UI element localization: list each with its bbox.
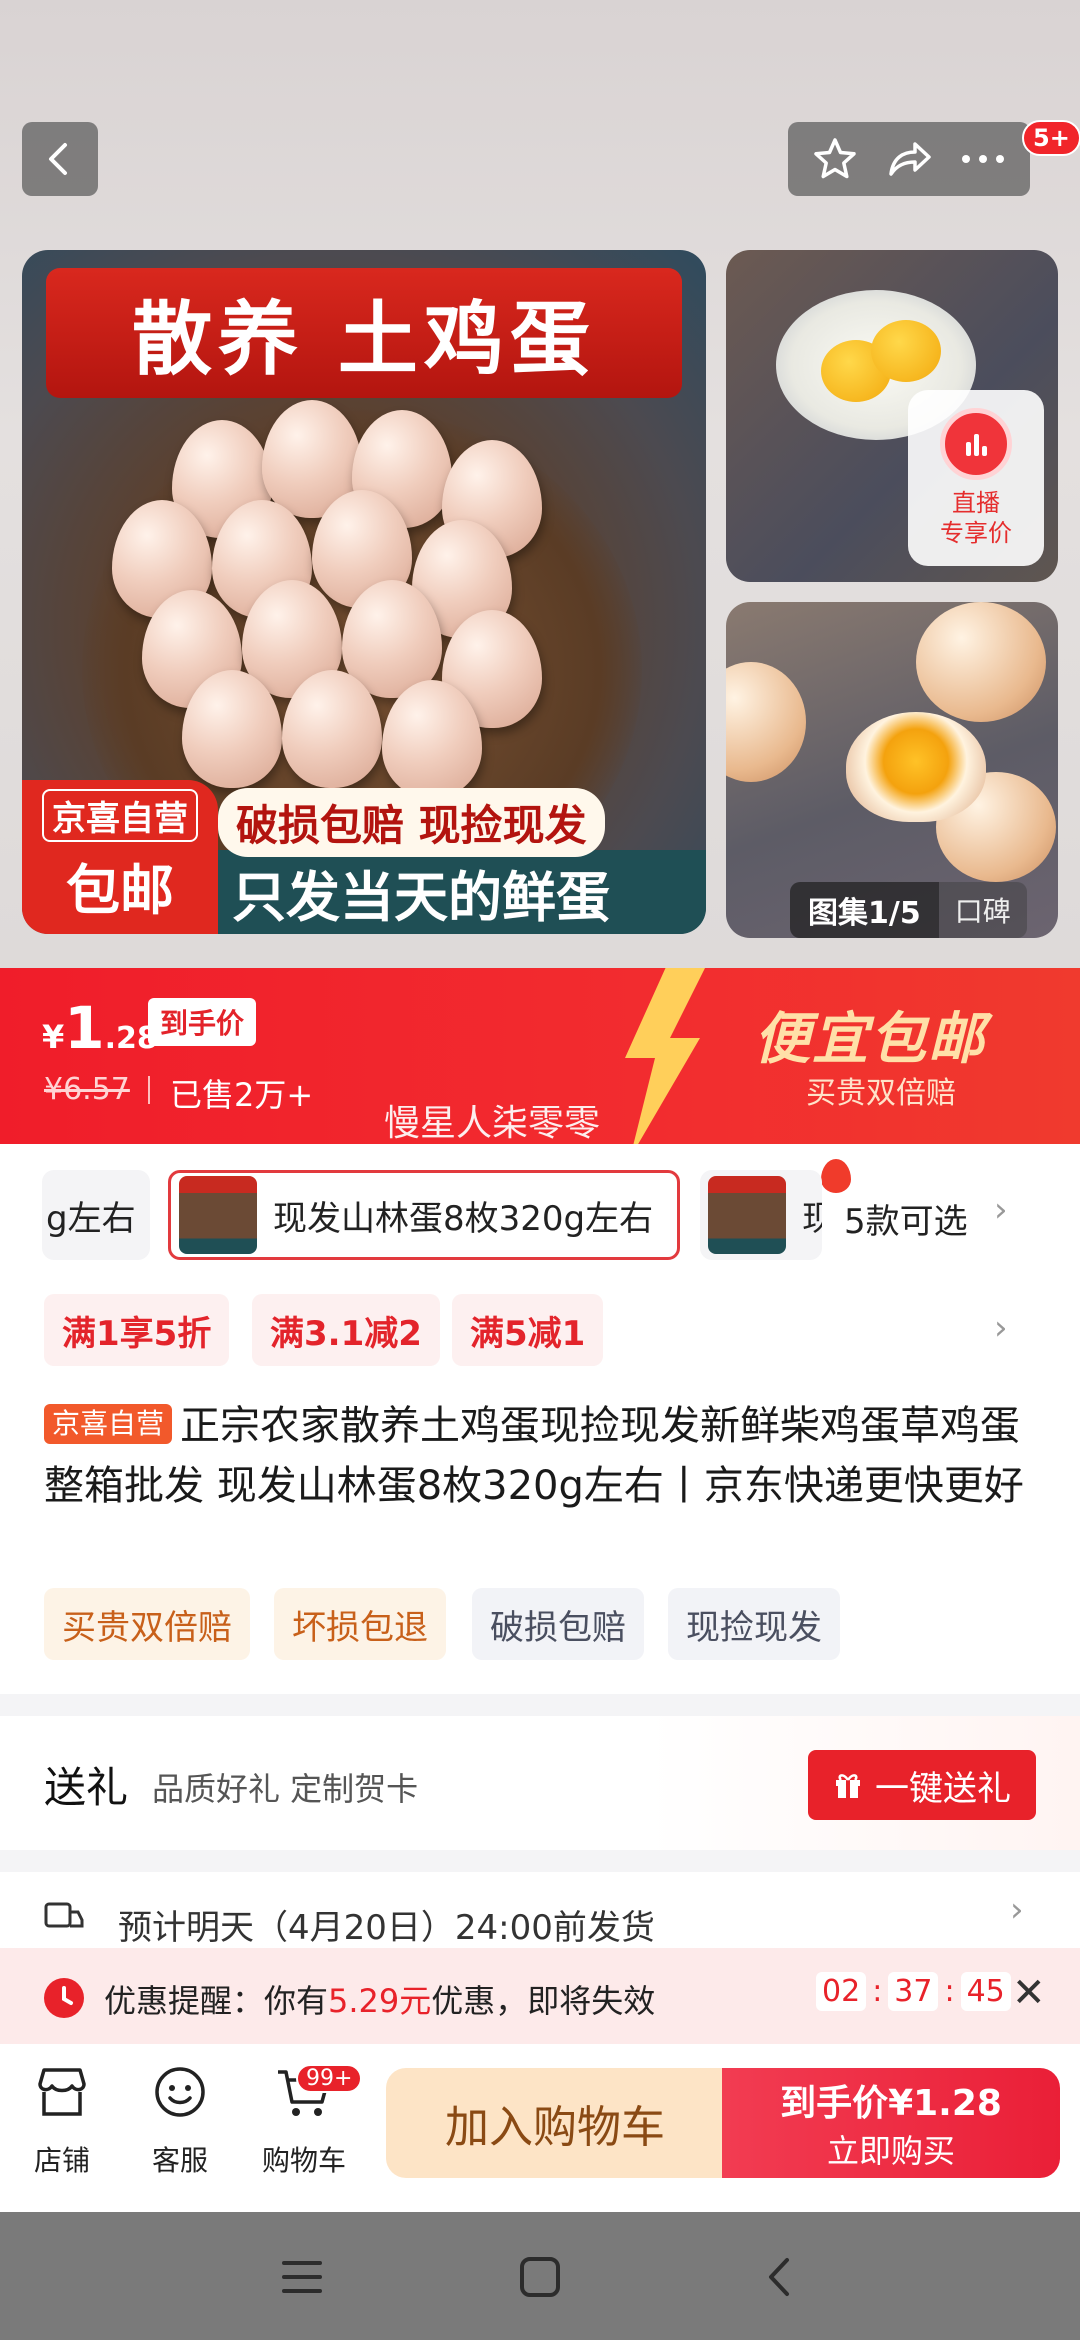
section-divider bbox=[0, 1694, 1080, 1716]
sold-count: 已售2万+ bbox=[170, 1076, 314, 1114]
damage-guarantee-pill: 破损包赔 现捡现发 bbox=[218, 788, 605, 857]
message-count-badge: 5+ bbox=[1022, 120, 1080, 156]
final-price: ¥ 1 .28 bbox=[42, 994, 158, 1062]
original-price: ¥6.57 bbox=[44, 1072, 130, 1107]
variant-count[interactable]: 5款可选 bbox=[844, 1194, 968, 1243]
truck-icon bbox=[44, 1902, 84, 1928]
timer-seconds: 45 bbox=[960, 1972, 1011, 2011]
live-price-label: 专享价 bbox=[940, 519, 1012, 547]
clock-icon bbox=[44, 1978, 84, 2018]
back-icon bbox=[49, 143, 67, 175]
system-navigation-bar bbox=[0, 2212, 1080, 2340]
live-label: 直播 bbox=[952, 489, 1000, 517]
promo-slogan: 便宜包邮 bbox=[754, 1007, 986, 1072]
customer-service-button[interactable]: 客服 bbox=[130, 2062, 230, 2179]
bottom-action-bar: 店铺 客服 购物车 99+ 加入购物车 到手价¥1.28 立即购买 bbox=[0, 2044, 1080, 2212]
product-image-headline: 散养 土鸡蛋 bbox=[46, 268, 682, 398]
service-tag[interactable]: 买贵双倍赔 bbox=[44, 1588, 250, 1660]
variant-label: 现发山林蛋8枚320g左右 bbox=[273, 1198, 654, 1239]
fresh-egg-banner: 只发当天的鲜蛋 bbox=[218, 850, 706, 934]
coupon-chip[interactable]: 满5减1 bbox=[452, 1294, 604, 1366]
live-price-button[interactable]: 直播 专享价 bbox=[908, 390, 1044, 566]
more-icon bbox=[962, 155, 1004, 163]
service-tag[interactable]: 破损包赔 bbox=[472, 1588, 644, 1660]
discount-reminder: 优惠提醒：你有5.29元优惠，即将失效 02 : 37 : 45 ✕ bbox=[0, 1948, 1080, 2044]
share-button[interactable] bbox=[879, 129, 939, 189]
variant-chip[interactable]: g左右 bbox=[42, 1170, 150, 1260]
main-product-image[interactable]: 散养 土鸡蛋 京喜自营 包邮 只发当天的鲜蛋 破损包赔 现捡现发 bbox=[22, 250, 706, 934]
share-icon bbox=[889, 142, 931, 176]
menu-icon bbox=[282, 2261, 322, 2293]
coupon-chip[interactable]: 满3.1减2 bbox=[252, 1294, 440, 1366]
back-button[interactable] bbox=[22, 122, 98, 196]
buy-now-button[interactable]: 到手价¥1.28 立即购买 bbox=[722, 2068, 1060, 2178]
hot-icon bbox=[821, 1159, 851, 1193]
store-name: 京喜自营 bbox=[42, 789, 198, 842]
gallery-counter[interactable]: 图集1/5 口碑 bbox=[790, 882, 1027, 938]
variant-thumbnail bbox=[179, 1176, 257, 1254]
top-action-group bbox=[788, 122, 1030, 196]
home-nav-button[interactable] bbox=[500, 2242, 580, 2312]
yolk-graphic bbox=[871, 320, 941, 382]
store-icon bbox=[38, 2068, 86, 2116]
store-button[interactable]: 店铺 bbox=[12, 2062, 112, 2179]
live-icon bbox=[940, 408, 1012, 480]
reviews-tab[interactable]: 口碑 bbox=[938, 882, 1027, 938]
countdown-timer: 02 : 37 : 45 bbox=[816, 1972, 1011, 2011]
timer-minutes: 37 bbox=[888, 1972, 939, 2011]
egg-graphic bbox=[916, 602, 1046, 722]
gallery-index[interactable]: 图集1/5 bbox=[790, 882, 939, 938]
cart-count-badge: 99+ bbox=[296, 2064, 363, 2093]
coupon-chip[interactable]: 满1享5折 bbox=[44, 1294, 230, 1366]
variant-selector: g左右 现发山林蛋8枚320g左右 现 5款可选 › bbox=[0, 1159, 1080, 1270]
cracked-egg-graphic bbox=[846, 712, 986, 822]
favorite-button[interactable] bbox=[805, 129, 865, 189]
free-shipping-label: 包邮 bbox=[66, 859, 174, 922]
reminder-amount: 5.29元 bbox=[328, 1982, 432, 2020]
back-arrow-icon bbox=[769, 2258, 789, 2296]
add-to-cart-button[interactable]: 加入购物车 bbox=[386, 2068, 724, 2178]
reminder-text: 优惠提醒：你有5.29元优惠，即将失效 bbox=[104, 1982, 656, 2020]
chevron-right-icon[interactable]: › bbox=[994, 1190, 1008, 1230]
star-icon bbox=[814, 138, 856, 179]
product-gallery[interactable]: 5+ 散养 土鸡蛋 京喜自营 包邮 只发当天的鲜蛋 破损包赔 现捡现发 直播 专… bbox=[0, 0, 1080, 968]
lightning-icon bbox=[625, 968, 705, 1144]
gift-section[interactable]: 送礼 品质好礼 定制贺卡 一键送礼 bbox=[0, 1716, 1080, 1850]
close-icon[interactable]: ✕ bbox=[1012, 1970, 1046, 2016]
send-gift-button[interactable]: 一键送礼 bbox=[808, 1750, 1036, 1820]
service-icon bbox=[155, 2067, 205, 2117]
buy-price: 到手价¥1.28 bbox=[780, 2083, 1002, 2124]
chevron-right-icon[interactable]: › bbox=[994, 1308, 1008, 1348]
gift-icon bbox=[836, 1774, 860, 1798]
variant-chip-selected[interactable]: 现发山林蛋8枚320g左右 bbox=[168, 1159, 851, 1260]
store-promo-badge: 京喜自营 包邮 bbox=[22, 780, 218, 934]
self-operated-tag: 京喜自营 bbox=[44, 1404, 173, 1444]
shipping-row[interactable]: 预计明天（4月20日）24:00前发货 › bbox=[0, 1868, 1080, 1958]
product-title: 京喜自营 正宗农家散养土鸡蛋现捡现发新鲜柴鸡蛋草鸡蛋整箱批发 现发山林蛋8枚320… bbox=[44, 1396, 1044, 1516]
chevron-right-icon[interactable]: › bbox=[1010, 1890, 1024, 1930]
shipping-estimate: 预计明天（4月20日）24:00前发货 bbox=[118, 1908, 655, 1948]
gift-title: 送礼 bbox=[44, 1763, 129, 1812]
price-divider bbox=[148, 1076, 150, 1104]
more-button[interactable] bbox=[953, 129, 1013, 189]
service-tag[interactable]: 现捡现发 bbox=[668, 1588, 840, 1660]
final-price-tag: 到手价 bbox=[148, 998, 257, 1046]
timer-hours: 02 bbox=[816, 1972, 867, 2011]
back-nav-button[interactable] bbox=[738, 2242, 818, 2312]
promo-subslogan: 买贵双倍赔 bbox=[806, 1076, 956, 1111]
variant-thumbnail bbox=[708, 1176, 786, 1254]
menu-nav-button[interactable] bbox=[262, 2242, 342, 2312]
buy-label: 立即购买 bbox=[826, 2132, 955, 2170]
egg-graphic bbox=[726, 662, 806, 782]
service-tag[interactable]: 坏损包退 bbox=[274, 1588, 446, 1660]
product-title-text: 正宗农家散养土鸡蛋现捡现发新鲜柴鸡蛋草鸡蛋整箱批发 现发山林蛋8枚320g左右丨… bbox=[44, 1403, 1024, 1509]
watermark-text: 慢星人柒零零 bbox=[384, 1103, 601, 1144]
gift-subtitle: 品质好礼 定制贺卡 bbox=[152, 1770, 419, 1808]
variant-chip[interactable]: 现 bbox=[700, 1170, 822, 1260]
home-icon bbox=[520, 2257, 560, 2297]
